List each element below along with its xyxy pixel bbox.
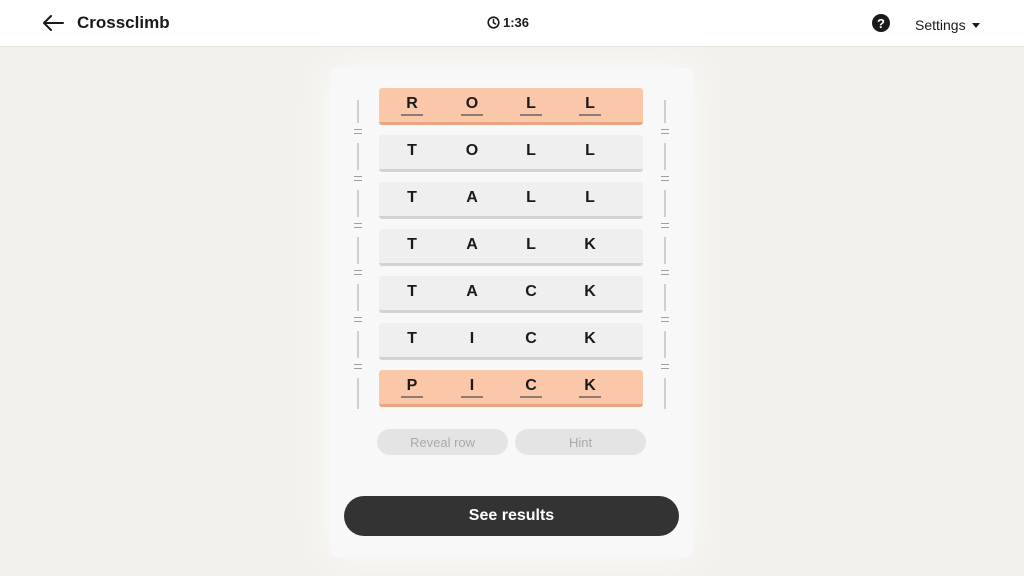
see-results-button[interactable]: See results bbox=[344, 496, 679, 536]
letter-tile: L bbox=[585, 142, 595, 159]
word-row[interactable]: TALL bbox=[379, 182, 643, 219]
letter-tile: L bbox=[526, 236, 536, 253]
locked-word-row[interactable]: PICK bbox=[379, 370, 643, 407]
letter-tile: T bbox=[407, 330, 417, 347]
word-row[interactable]: TACK bbox=[379, 276, 643, 313]
letter-tile: A bbox=[466, 283, 478, 300]
letter-tile: L bbox=[526, 142, 536, 159]
left-rail-segment bbox=[357, 190, 359, 217]
equals-connector-icon bbox=[661, 317, 669, 322]
letter-tile: L bbox=[520, 95, 542, 116]
caret-down-icon bbox=[971, 22, 980, 28]
reveal-row-button[interactable]: Reveal row bbox=[377, 429, 508, 455]
letter-tile: L bbox=[526, 189, 536, 206]
letter-tile: L bbox=[585, 189, 595, 206]
timer-value: 1:36 bbox=[503, 15, 530, 30]
letter-tile: C bbox=[525, 330, 537, 347]
equals-connector-icon bbox=[354, 364, 362, 369]
equals-connector-icon bbox=[354, 270, 362, 275]
letter-tile: A bbox=[466, 189, 478, 206]
equals-connector-icon bbox=[354, 176, 362, 181]
word-row[interactable]: TOLL bbox=[379, 135, 643, 172]
app-title: Crossclimb bbox=[77, 13, 170, 32]
equals-connector-icon bbox=[661, 270, 669, 275]
equals-connector-icon bbox=[661, 129, 669, 134]
letter-tile: O bbox=[465, 142, 479, 159]
left-rail-segment bbox=[357, 378, 359, 409]
clock-icon bbox=[487, 16, 500, 29]
settings-dropdown[interactable]: Settings bbox=[915, 17, 980, 33]
timer: 1:36 bbox=[487, 15, 529, 30]
right-rail-segment bbox=[664, 331, 666, 358]
equals-connector-icon bbox=[661, 223, 669, 228]
letter-tile: K bbox=[584, 330, 596, 347]
right-rail-segment bbox=[664, 190, 666, 217]
letter-tile: L bbox=[579, 95, 601, 116]
right-rail-segment bbox=[664, 378, 666, 409]
equals-connector-icon bbox=[354, 223, 362, 228]
letter-tile: C bbox=[525, 283, 537, 300]
equals-connector-icon bbox=[354, 317, 362, 322]
equals-connector-icon bbox=[661, 364, 669, 369]
letter-tile: T bbox=[407, 142, 417, 159]
left-rail-segment bbox=[357, 237, 359, 264]
left-rail-segment bbox=[357, 331, 359, 358]
letter-tile: C bbox=[520, 377, 542, 398]
right-rail-segment bbox=[664, 100, 666, 123]
letter-tile: O bbox=[461, 95, 483, 116]
left-rail-segment bbox=[357, 284, 359, 311]
right-rail-segment bbox=[664, 143, 666, 170]
question-circle-icon[interactable]: ? bbox=[872, 14, 890, 32]
letter-tile: A bbox=[466, 236, 478, 253]
letter-tile: I bbox=[469, 330, 475, 347]
help-glyph: ? bbox=[877, 15, 885, 31]
left-rail-segment bbox=[357, 143, 359, 170]
letter-tile: K bbox=[584, 236, 596, 253]
equals-connector-icon bbox=[661, 176, 669, 181]
game-panel: ROLLTOLLTALLTALKTACKTICKPICK Reveal row … bbox=[330, 68, 693, 557]
letter-tile: P bbox=[401, 377, 423, 398]
equals-connector-icon bbox=[354, 129, 362, 134]
settings-label: Settings bbox=[915, 17, 966, 33]
hint-button[interactable]: Hint bbox=[515, 429, 646, 455]
letter-tile: I bbox=[461, 377, 483, 398]
word-row[interactable]: TICK bbox=[379, 323, 643, 360]
letter-tile: K bbox=[584, 283, 596, 300]
top-bar: Crossclimb 1:36 ? Settings bbox=[0, 0, 1024, 47]
letter-tile: K bbox=[579, 377, 601, 398]
right-rail-segment bbox=[664, 284, 666, 311]
letter-tile: T bbox=[407, 283, 417, 300]
right-rail-segment bbox=[664, 237, 666, 264]
word-row[interactable]: TALK bbox=[379, 229, 643, 266]
left-rail-segment bbox=[357, 100, 359, 123]
locked-word-row[interactable]: ROLL bbox=[379, 88, 643, 125]
arrow-left-icon bbox=[43, 15, 64, 31]
letter-tile: R bbox=[401, 95, 423, 116]
letter-tile: T bbox=[407, 189, 417, 206]
back-button[interactable] bbox=[40, 12, 66, 34]
letter-tile: T bbox=[407, 236, 417, 253]
